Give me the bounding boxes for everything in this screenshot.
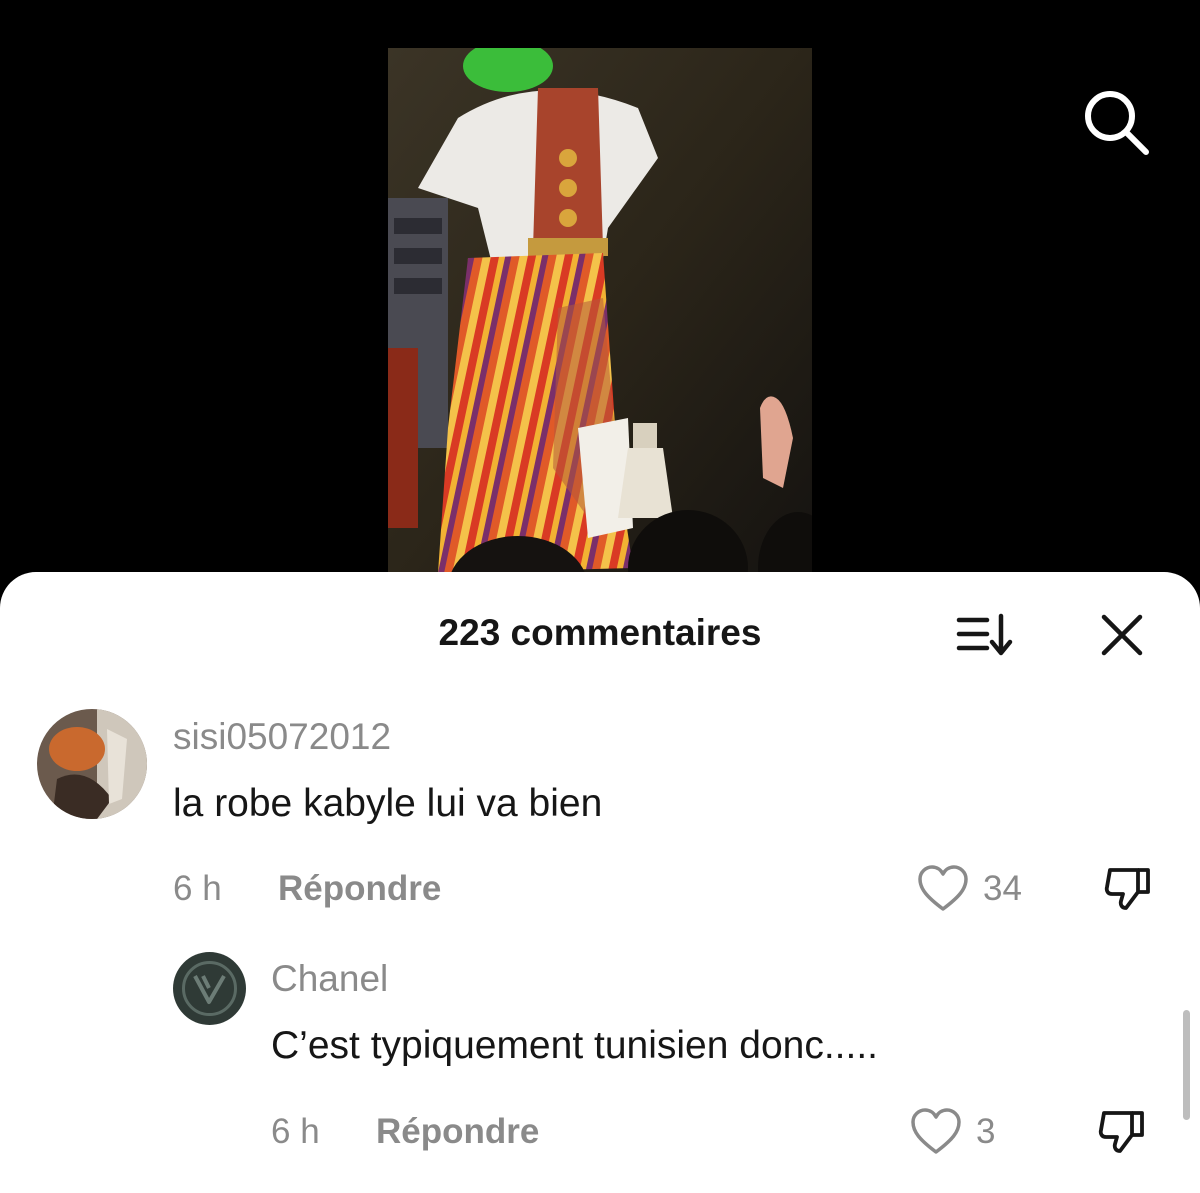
reply-button[interactable]: Répondre — [278, 869, 441, 909]
like-button[interactable] — [917, 865, 969, 913]
like-count: 34 — [983, 869, 1022, 908]
dislike-button[interactable] — [1102, 862, 1154, 914]
comment-timestamp: 6 h — [173, 869, 222, 908]
dislike-button[interactable] — [1096, 1105, 1148, 1157]
reply-button[interactable]: Répondre — [376, 1112, 539, 1152]
avatar[interactable] — [37, 709, 147, 819]
comment-text: C’est typiquement tunisien donc..... — [271, 1024, 878, 1067]
comment-username[interactable]: sisi05072012 — [173, 716, 391, 758]
scrollbar[interactable] — [1183, 1010, 1190, 1120]
close-button[interactable] — [1098, 612, 1146, 658]
heart-icon — [911, 1108, 961, 1154]
sort-icon — [956, 613, 1013, 656]
heart-icon — [918, 865, 968, 911]
search-icon — [1085, 91, 1149, 155]
video-thumbnail[interactable] — [388, 48, 812, 600]
dislike-icon — [1098, 1111, 1144, 1153]
like-button[interactable] — [910, 1108, 962, 1156]
video-area — [0, 0, 1200, 600]
close-icon — [1101, 614, 1143, 656]
performer-illustration — [388, 48, 812, 600]
search-button[interactable] — [1078, 84, 1154, 160]
comment-timestamp: 6 h — [271, 1112, 320, 1151]
user-avatar-image — [37, 709, 147, 819]
comment-username[interactable]: Chanel — [271, 958, 388, 1000]
sort-button[interactable] — [955, 612, 1017, 658]
dislike-icon — [1104, 868, 1150, 910]
user-avatar-image — [173, 952, 246, 1025]
comments-sheet: 223 commentaires sisi05072012 la robe ka… — [0, 572, 1200, 1193]
comments-count-title: 223 commentaires — [438, 612, 762, 653]
comment-text: la robe kabyle lui va bien — [173, 782, 603, 825]
like-count: 3 — [976, 1112, 996, 1151]
avatar[interactable] — [173, 952, 246, 1025]
